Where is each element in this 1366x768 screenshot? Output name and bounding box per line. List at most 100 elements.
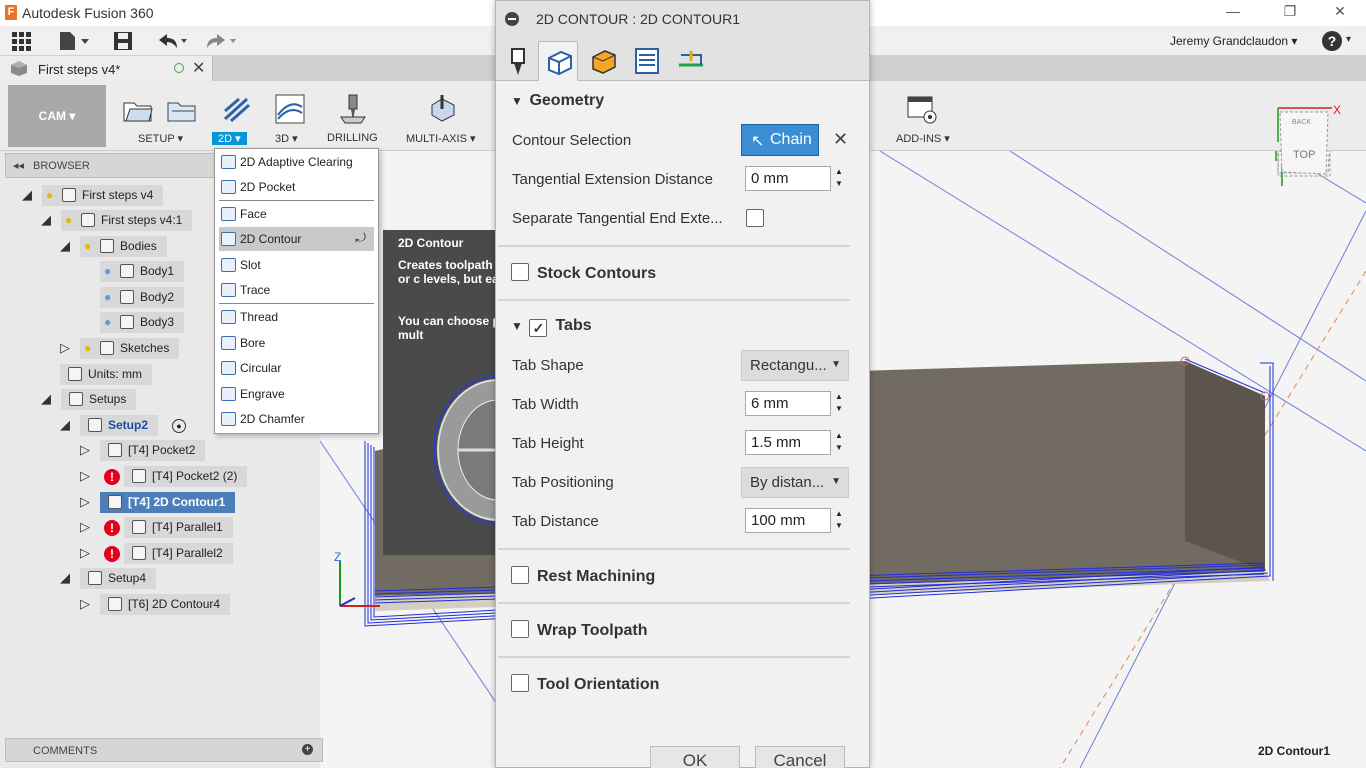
visibility-bulb-icon[interactable]: ● bbox=[65, 213, 77, 227]
tree-node[interactable]: Setup2 bbox=[80, 415, 159, 436]
expand-icon[interactable]: ◢ bbox=[60, 417, 70, 433]
tree-node[interactable]: Setup4 bbox=[80, 568, 157, 589]
setup-group[interactable]: SETUP ▾ bbox=[118, 81, 208, 151]
tree-node[interactable]: ● Body2 bbox=[100, 287, 185, 308]
2d-group[interactable]: 2D ▾ bbox=[212, 81, 264, 151]
tabs-checkbox[interactable]: ✓ bbox=[529, 319, 548, 337]
expand-icon[interactable]: ◢ bbox=[60, 570, 70, 586]
expand-icon[interactable]: ◢ bbox=[22, 187, 32, 203]
menu-item-2d-adaptive-clearing[interactable]: 2D Adaptive Clearing bbox=[219, 150, 374, 174]
expand-icon[interactable]: ▷ bbox=[80, 545, 90, 561]
visibility-bulb-icon[interactable]: ● bbox=[104, 315, 116, 329]
active-setup-icon[interactable]: ● bbox=[172, 419, 186, 433]
tree-node[interactable]: ● Body1 bbox=[100, 261, 185, 282]
tab-tool[interactable] bbox=[498, 41, 538, 81]
tree-node[interactable]: [T4] Pocket2 bbox=[100, 440, 206, 461]
menu-item-engrave[interactable]: Engrave bbox=[219, 382, 374, 406]
multi-axis-group[interactable]: MULTI-AXIS ▾ bbox=[400, 81, 486, 151]
visibility-bulb-icon[interactable]: ● bbox=[84, 239, 96, 253]
grid-menu-icon[interactable] bbox=[10, 30, 32, 52]
save-icon[interactable] bbox=[112, 30, 134, 52]
visibility-bulb-icon[interactable]: ● bbox=[46, 188, 58, 202]
stock-contours-section[interactable]: Stock Contours bbox=[511, 263, 656, 285]
tree-node[interactable]: ● First steps v4 bbox=[42, 185, 164, 206]
user-account-menu[interactable]: Jeremy Grandclaudon ▾ bbox=[1170, 34, 1297, 48]
geometry-section-header[interactable]: ▼ Geometry bbox=[511, 92, 604, 114]
menu-item-thread[interactable]: Thread bbox=[219, 305, 374, 329]
expand-icon[interactable]: ▷ bbox=[80, 519, 90, 535]
tool-orientation-checkbox[interactable] bbox=[511, 674, 529, 692]
tangential-extension-stepper[interactable]: ▲ ▼ bbox=[833, 166, 845, 191]
chain-selection-button[interactable]: ↖ Chain bbox=[741, 124, 819, 156]
separate-tangential-checkbox[interactable] bbox=[746, 209, 764, 227]
cancel-button[interactable]: Cancel bbox=[755, 746, 845, 768]
dialog-header[interactable]: 2D CONTOUR : 2D CONTOUR1 bbox=[496, 1, 869, 37]
expand-icon[interactable]: ▷ bbox=[80, 468, 90, 484]
tab-geometry[interactable] bbox=[538, 41, 578, 81]
menu-item-trace[interactable]: Trace bbox=[219, 278, 374, 302]
visibility-bulb-icon[interactable]: ● bbox=[104, 264, 116, 278]
document-tab[interactable]: First steps v4* ✕ bbox=[0, 56, 213, 81]
drilling-group[interactable]: DRILLING bbox=[322, 81, 384, 151]
tree-node[interactable]: ● Body3 bbox=[100, 312, 185, 333]
wrap-toolpath-checkbox[interactable] bbox=[511, 620, 529, 638]
expand-icon[interactable]: ▷ bbox=[80, 442, 90, 458]
menu-item-circular[interactable]: Circular bbox=[219, 356, 374, 380]
tree-node[interactable]: Setups bbox=[61, 389, 137, 410]
add-ins-group[interactable]: ADD-INS ▾ bbox=[890, 81, 960, 151]
tab-positioning-select[interactable]: By distan... ▼ bbox=[741, 467, 849, 498]
tabs-section-header[interactable]: ▼ ✓ Tabs bbox=[511, 317, 592, 339]
undo-icon[interactable] bbox=[155, 30, 189, 52]
tree-node-selected[interactable]: [T4] 2D Contour1 bbox=[100, 492, 236, 513]
expand-icon[interactable]: ◢ bbox=[60, 238, 70, 254]
ok-button[interactable]: OK bbox=[650, 746, 740, 768]
tab-distance-stepper[interactable]: ▲ ▼ bbox=[833, 508, 845, 533]
browser-header[interactable]: ◂◂ BROWSER bbox=[5, 153, 217, 178]
menu-item-face[interactable]: Face bbox=[219, 202, 374, 226]
workspace-switcher[interactable]: CAM ▾ bbox=[8, 85, 106, 147]
tree-node[interactable]: ● Bodies bbox=[80, 236, 167, 257]
collapse-dialog-icon[interactable] bbox=[505, 12, 519, 26]
tree-node[interactable]: ● First steps v4:1 bbox=[61, 210, 193, 231]
section-collapse-icon[interactable]: ▼ bbox=[511, 94, 525, 108]
expand-icon[interactable]: ▷ bbox=[60, 340, 70, 356]
expand-icon[interactable]: ▷ bbox=[80, 494, 90, 510]
clear-selection-icon[interactable]: ✕ bbox=[833, 129, 848, 150]
menu-item-slot[interactable]: Slot bbox=[219, 253, 374, 277]
file-menu-icon[interactable] bbox=[58, 30, 90, 52]
tab-shape-select[interactable]: Rectangu... ▼ bbox=[741, 350, 849, 381]
tab-width-input[interactable]: 6 mm bbox=[745, 391, 831, 416]
menu-item-2d-chamfer[interactable]: 2D Chamfer bbox=[219, 407, 374, 431]
menu-item-bore[interactable]: Bore bbox=[219, 331, 374, 355]
menu-item-2d-pocket[interactable]: 2D Pocket bbox=[219, 175, 374, 199]
redo-icon[interactable] bbox=[203, 30, 237, 52]
close-tab-icon[interactable]: ✕ bbox=[192, 58, 205, 78]
visibility-bulb-icon[interactable]: ● bbox=[104, 290, 116, 304]
tab-heights[interactable] bbox=[583, 41, 623, 81]
tab-height-input[interactable]: 1.5 mm bbox=[745, 430, 831, 455]
tree-node[interactable]: Units: mm bbox=[60, 364, 152, 385]
3d-group[interactable]: 3D ▾ bbox=[270, 81, 312, 151]
tab-passes[interactable] bbox=[627, 41, 667, 81]
tool-orientation-section[interactable]: Tool Orientation bbox=[511, 674, 659, 696]
stock-contours-checkbox[interactable] bbox=[511, 263, 529, 281]
tab-linking[interactable] bbox=[671, 41, 711, 81]
tab-distance-input[interactable]: 100 mm bbox=[745, 508, 831, 533]
close-window-button[interactable]: ✕ bbox=[1325, 3, 1355, 20]
viewcube-overlay[interactable]: X TOP BACK bbox=[1270, 100, 1350, 180]
comments-panel[interactable]: COMMENTS + bbox=[5, 738, 323, 762]
wrap-toolpath-section[interactable]: Wrap Toolpath bbox=[511, 620, 648, 642]
menu-item-2d-contour[interactable]: 2D Contour ⤾ bbox=[219, 227, 374, 251]
rest-machining-checkbox[interactable] bbox=[511, 566, 529, 584]
help-dropdown-arrow-icon[interactable]: ▾ bbox=[1346, 34, 1351, 45]
minimize-button[interactable]: — bbox=[1218, 3, 1248, 19]
expand-icon[interactable]: ◢ bbox=[41, 212, 51, 228]
rest-machining-section[interactable]: Rest Machining bbox=[511, 566, 655, 588]
collapse-browser-icon[interactable]: ◂◂ bbox=[13, 159, 24, 172]
visibility-bulb-icon[interactable]: ● bbox=[84, 341, 96, 355]
expand-icon[interactable]: ▷ bbox=[80, 596, 90, 612]
tree-node[interactable]: [T4] Parallel2 bbox=[124, 543, 233, 564]
expand-icon[interactable]: ◢ bbox=[41, 391, 51, 407]
help-icon[interactable]: ? bbox=[1322, 31, 1342, 51]
tangential-extension-input[interactable]: 0 mm bbox=[745, 166, 831, 191]
